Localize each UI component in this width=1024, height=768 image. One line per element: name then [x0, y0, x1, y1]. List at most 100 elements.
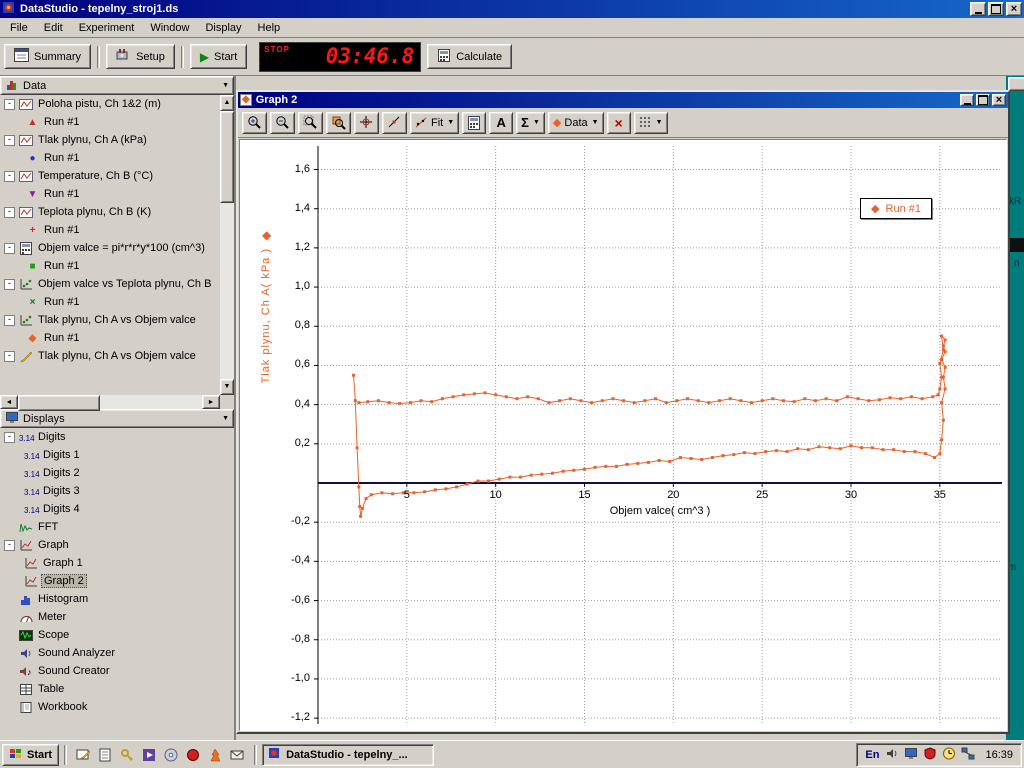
display-item-workbook[interactable]: Workbook [0, 698, 234, 716]
maximize-button[interactable] [988, 2, 1004, 16]
calculator-button[interactable] [462, 112, 486, 134]
run-item[interactable]: ●Run #1 [0, 149, 220, 167]
display-item-digits-2[interactable]: 3.14Digits 2 [0, 464, 234, 482]
display-item-scope[interactable]: Scope [0, 626, 234, 644]
data-item-tlak-plynu-ch-a-kpa[interactable]: -Tlak plynu, Ch A (kPa) [0, 131, 220, 149]
expander-icon[interactable]: - [4, 135, 15, 146]
scroll-up-icon[interactable]: ▲ [220, 95, 234, 111]
run-item[interactable]: ▲Run #1 [0, 113, 220, 131]
keys-icon[interactable] [120, 748, 135, 762]
menu-item-display[interactable]: Display [197, 20, 249, 36]
menu-item-help[interactable]: Help [250, 20, 289, 36]
setup-button[interactable]: Setup [106, 44, 175, 69]
graph-maximize-button[interactable] [976, 94, 990, 106]
display-icon[interactable] [904, 747, 918, 763]
summary-button[interactable]: Summary [4, 44, 91, 69]
media-player-icon[interactable] [142, 748, 157, 762]
display-item-sound-creator[interactable]: ♪Sound Creator [0, 662, 234, 680]
start-button[interactable]: ▶ Start [190, 44, 247, 69]
display-item-fft[interactable]: FFT [0, 518, 234, 536]
clock-icon[interactable] [942, 747, 956, 763]
run-item[interactable]: ×Run #1 [0, 293, 220, 311]
red-dot-icon[interactable] [186, 748, 201, 762]
data-item-objem-valce-vs-teplota-plynu-ch-b[interactable]: -Objem valce vs Teplota plynu, Ch B [0, 275, 220, 293]
menu-item-edit[interactable]: Edit [36, 20, 71, 36]
data-dropdown[interactable]: ◆ Data ▼ [548, 112, 604, 134]
run-item[interactable]: +Run #1 [0, 221, 220, 239]
cd-player-icon[interactable] [164, 748, 179, 762]
expander-icon[interactable]: - [4, 540, 15, 551]
menu-item-experiment[interactable]: Experiment [71, 20, 143, 36]
volume-icon[interactable] [885, 747, 899, 763]
data-item-objem-valce-pi-r-r-y-100-cm-3[interactable]: -Objem valce = pi*r*r*y*100 (cm^3) [0, 239, 220, 257]
data-panel-vscrollbar[interactable]: ▲ ▼ [220, 95, 234, 395]
display-item-meter[interactable]: Meter [0, 608, 234, 626]
mail-icon[interactable] [230, 748, 245, 762]
vscroll-thumb[interactable] [220, 111, 234, 203]
expander-icon[interactable]: - [4, 243, 15, 254]
display-item-digits[interactable]: -3.14Digits [0, 428, 234, 446]
scroll-right-icon[interactable]: ► [202, 395, 220, 409]
data-item-teplota-plynu-ch-b-k[interactable]: -Teplota plynu, Ch B (K) [0, 203, 220, 221]
graph-close-button[interactable]: × [992, 94, 1006, 106]
data-item-temperature-ch-b-c[interactable]: -Temperature, Ch B (°C) [0, 167, 220, 185]
hscroll-track[interactable] [18, 395, 202, 409]
display-item-graph-2[interactable]: Graph 2 [0, 572, 234, 590]
vscroll-track[interactable] [220, 111, 234, 379]
zoom-select-button[interactable] [298, 112, 323, 134]
chevron-down-icon[interactable]: ▼ [222, 415, 229, 422]
close-button[interactable]: × [1006, 2, 1022, 16]
expander-icon[interactable]: - [4, 432, 15, 443]
calculate-button[interactable]: Calculate [427, 44, 512, 69]
chevron-down-icon[interactable]: ▼ [222, 82, 229, 89]
display-item-graph[interactable]: -Graph [0, 536, 234, 554]
display-item-sound-analyzer[interactable]: Sound Analyzer [0, 644, 234, 662]
network-icon[interactable] [961, 747, 975, 763]
fit-dropdown[interactable]: Fit ▼ [410, 112, 459, 134]
displays-panel-header[interactable]: Displays ▼ [0, 409, 234, 428]
zoom-fit-button[interactable] [326, 112, 351, 134]
run-item[interactable]: ▼Run #1 [0, 185, 220, 203]
slope-tool-button[interactable] [382, 112, 407, 134]
expander-icon[interactable]: - [4, 351, 15, 362]
graph-minimize-button[interactable] [960, 94, 974, 106]
delete-button[interactable]: × [607, 112, 631, 134]
expander-icon[interactable]: - [4, 207, 15, 218]
display-item-table[interactable]: Table [0, 680, 234, 698]
display-item-digits-4[interactable]: 3.14Digits 4 [0, 500, 234, 518]
taskbar-task-button[interactable]: DataStudio - tepelny_... [262, 744, 434, 766]
start-menu-button[interactable]: Start [2, 744, 59, 766]
zoom-in-button[interactable] [242, 112, 267, 134]
run-item[interactable]: ◆Run #1 [0, 329, 220, 347]
expander-icon[interactable]: - [4, 279, 15, 290]
menu-item-file[interactable]: File [2, 20, 36, 36]
zoom-out-button[interactable] [270, 112, 295, 134]
minimize-button[interactable] [970, 2, 986, 16]
expander-icon[interactable]: - [4, 99, 15, 110]
flame-icon[interactable] [208, 748, 223, 762]
data-panel-hscrollbar[interactable]: ◄ ► [0, 395, 234, 409]
display-item-histogram[interactable]: Histogram [0, 590, 234, 608]
graph-settings-dropdown[interactable]: ▼ [634, 112, 668, 134]
expander-icon[interactable]: - [4, 315, 15, 326]
data-panel-header[interactable]: Data ▼ [0, 76, 234, 95]
data-item-tlak-plynu-ch-a-vs-objem-valce[interactable]: -Tlak plynu, Ch A vs Objem valce [0, 311, 220, 329]
expander-icon[interactable]: - [4, 171, 15, 182]
statistics-dropdown[interactable]: Σ ▼ [516, 112, 545, 134]
display-item-digits-3[interactable]: 3.14Digits 3 [0, 482, 234, 500]
hscroll-thumb[interactable] [18, 395, 100, 411]
data-item-poloha-pistu-ch-1-2-m[interactable]: -Poloha pistu, Ch 1&2 (m) [0, 95, 220, 113]
show-desktop-icon[interactable] [76, 748, 91, 762]
display-item-digits-1[interactable]: 3.14Digits 1 [0, 446, 234, 464]
display-item-graph-1[interactable]: Graph 1 [0, 554, 234, 572]
run-item[interactable]: ■Run #1 [0, 257, 220, 275]
shield-icon[interactable] [923, 747, 937, 763]
text-annotation-button[interactable]: A [489, 112, 513, 134]
graph-window-titlebar[interactable]: ◆ Graph 2 × [238, 92, 1008, 108]
language-indicator[interactable]: En [865, 749, 879, 761]
chart-area[interactable]: 1,61,41,21,00,80,60,40,2-0,2-0,4-0,6-0,8… [239, 139, 1007, 731]
data-item-tlak-plynu-ch-a-vs-objem-valce[interactable]: -Tlak plynu, Ch A vs Objem valce [0, 347, 220, 365]
legend[interactable]: ◆ Run #1 [860, 198, 932, 219]
scroll-left-icon[interactable]: ◄ [0, 395, 18, 409]
scroll-down-icon[interactable]: ▼ [220, 379, 234, 395]
